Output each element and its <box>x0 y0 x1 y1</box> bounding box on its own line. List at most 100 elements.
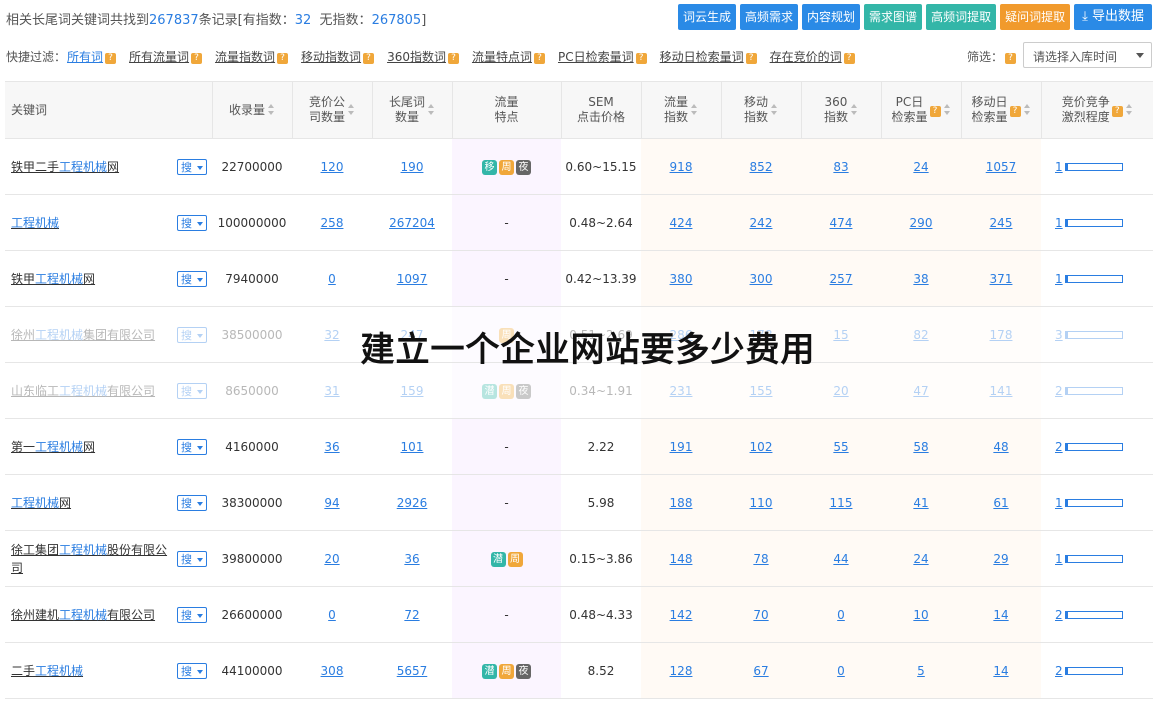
header-pc-daily[interactable]: PC日 检索量? <box>881 81 962 139</box>
index-360-link[interactable]: 20 <box>833 384 848 398</box>
bid-link[interactable]: 0 <box>328 608 336 622</box>
sort-icon[interactable] <box>1125 104 1133 116</box>
header-bid-companies[interactable]: 竞价公 司数量 <box>292 81 373 139</box>
sort-icon[interactable] <box>348 104 355 116</box>
mobile-index-link[interactable]: 70 <box>753 608 768 622</box>
header-mobile-index[interactable]: 移动 指数 <box>721 81 802 139</box>
help-icon[interactable]: ? <box>447 53 459 64</box>
quick-filter-item[interactable]: 360指数词? <box>387 48 459 65</box>
keyword-link[interactable]: 铁甲二手工程机械网 <box>11 158 171 176</box>
mobile-index-link[interactable]: 67 <box>753 664 768 678</box>
long-tail-link[interactable]: 159 <box>401 384 424 398</box>
question-extract-button[interactable]: 疑问词提取 <box>1000 4 1071 30</box>
sort-icon[interactable] <box>268 104 275 116</box>
high-freq-extract-button[interactable]: 高频词提取 <box>926 4 997 30</box>
index-360-link[interactable]: 474 <box>830 216 853 230</box>
bid-link[interactable]: 36 <box>324 440 339 454</box>
keyword-link[interactable]: 工程机械网 <box>11 494 171 512</box>
flow-index-link[interactable]: 142 <box>670 608 693 622</box>
help-icon[interactable]: ? <box>1009 105 1021 117</box>
quick-filter-item[interactable]: 存在竞价的词? <box>770 48 855 65</box>
header-flow-index[interactable]: 流量 指数 <box>641 81 722 139</box>
help-icon[interactable]: ? <box>277 53 289 64</box>
mobile-daily-link[interactable]: 61 <box>993 496 1008 510</box>
pc-daily-link[interactable]: 58 <box>913 440 928 454</box>
search-dropdown-button[interactable]: 搜 <box>177 215 207 231</box>
pc-daily-link[interactable]: 41 <box>913 496 928 510</box>
index-360-link[interactable]: 0 <box>837 608 845 622</box>
bid-link[interactable]: 0 <box>328 272 336 286</box>
search-dropdown-button[interactable]: 搜 <box>177 271 207 287</box>
flow-index-link[interactable]: 231 <box>670 384 693 398</box>
bid-link[interactable]: 308 <box>321 664 344 678</box>
mobile-daily-link[interactable]: 141 <box>990 384 1013 398</box>
long-tail-link[interactable]: 1097 <box>397 272 428 286</box>
header-competition[interactable]: 竞价竞争 激烈程度? <box>1041 81 1153 139</box>
quick-filter-item[interactable]: 所有词? <box>67 48 117 65</box>
help-icon[interactable]: ? <box>363 53 375 64</box>
quick-filter-item[interactable]: 流量指数词? <box>215 48 289 65</box>
date-select[interactable]: 请选择入库时间 <box>1023 42 1152 68</box>
quick-filter-item[interactable]: 所有流量词? <box>129 48 203 65</box>
search-dropdown-button[interactable]: 搜 <box>177 383 207 399</box>
search-dropdown-button[interactable]: 搜 <box>177 159 207 175</box>
index-360-link[interactable]: 55 <box>833 440 848 454</box>
mobile-daily-link[interactable]: 29 <box>993 552 1008 566</box>
search-dropdown-button[interactable]: 搜 <box>177 551 207 567</box>
long-tail-link[interactable]: 2926 <box>397 496 428 510</box>
keyword-link[interactable]: 二手工程机械 <box>11 662 171 680</box>
sort-icon[interactable] <box>771 104 778 116</box>
search-dropdown-button[interactable]: 搜 <box>177 439 207 455</box>
competition-level[interactable]: 2 <box>1055 384 1063 398</box>
search-dropdown-button[interactable]: 搜 <box>177 663 207 679</box>
pc-daily-link[interactable]: 24 <box>913 552 928 566</box>
flow-index-link[interactable]: 148 <box>670 552 693 566</box>
pc-daily-link[interactable]: 5 <box>917 664 925 678</box>
sort-icon[interactable] <box>851 104 858 116</box>
bid-link[interactable]: 120 <box>321 160 344 174</box>
content-plan-button[interactable]: 内容规划 <box>802 4 861 30</box>
bid-link[interactable]: 94 <box>324 496 339 510</box>
long-tail-link[interactable]: 5657 <box>397 664 428 678</box>
long-tail-link[interactable]: 72 <box>404 608 419 622</box>
help-icon[interactable]: ? <box>1005 53 1017 64</box>
flow-index-link[interactable]: 191 <box>670 440 693 454</box>
keyword-link[interactable]: 铁甲工程机械网 <box>11 270 171 288</box>
help-icon[interactable]: ? <box>1111 105 1123 117</box>
flow-index-link[interactable]: 424 <box>670 216 693 230</box>
index-360-link[interactable]: 44 <box>833 552 848 566</box>
header-long-tail[interactable]: 长尾词 数量 <box>372 81 453 139</box>
header-collected[interactable]: 收录量 <box>212 81 293 139</box>
keyword-link[interactable]: 山东临工工程机械有限公司 <box>11 382 171 400</box>
flow-index-link[interactable]: 380 <box>670 272 693 286</box>
help-icon[interactable]: ? <box>929 105 941 117</box>
mobile-daily-link[interactable]: 245 <box>990 216 1013 230</box>
index-360-link[interactable]: 115 <box>830 496 853 510</box>
help-icon[interactable]: ? <box>105 53 117 64</box>
quick-filter-item[interactable]: PC日检索量词? <box>558 48 647 65</box>
pc-daily-link[interactable]: 47 <box>913 384 928 398</box>
search-dropdown-button[interactable]: 搜 <box>177 495 207 511</box>
mobile-daily-link[interactable]: 14 <box>993 608 1008 622</box>
help-icon[interactable]: ? <box>635 53 647 64</box>
search-dropdown-button[interactable]: 搜 <box>177 607 207 623</box>
flow-index-link[interactable]: 918 <box>670 160 693 174</box>
mobile-daily-link[interactable]: 14 <box>993 664 1008 678</box>
long-tail-link[interactable]: 267204 <box>389 216 435 230</box>
mobile-index-link[interactable]: 242 <box>750 216 773 230</box>
mobile-index-link[interactable]: 155 <box>750 384 773 398</box>
pc-daily-link[interactable]: 290 <box>910 216 933 230</box>
mobile-index-link[interactable]: 110 <box>750 496 773 510</box>
competition-level[interactable]: 1 <box>1055 160 1063 174</box>
sort-icon[interactable] <box>943 104 951 116</box>
demand-graph-button[interactable]: 需求图谱 <box>864 4 923 30</box>
sort-icon[interactable] <box>428 104 435 116</box>
mobile-daily-link[interactable]: 48 <box>993 440 1008 454</box>
mobile-index-link[interactable]: 852 <box>750 160 773 174</box>
sort-icon[interactable] <box>1023 104 1031 116</box>
keyword-link[interactable]: 徐工集团工程机械股份有限公司 <box>11 541 171 577</box>
quick-filter-item[interactable]: 移动日检索量词? <box>660 48 757 65</box>
bid-link[interactable]: 31 <box>324 384 339 398</box>
mobile-index-link[interactable]: 102 <box>750 440 773 454</box>
quick-filter-item[interactable]: 流量特点词? <box>472 48 545 65</box>
